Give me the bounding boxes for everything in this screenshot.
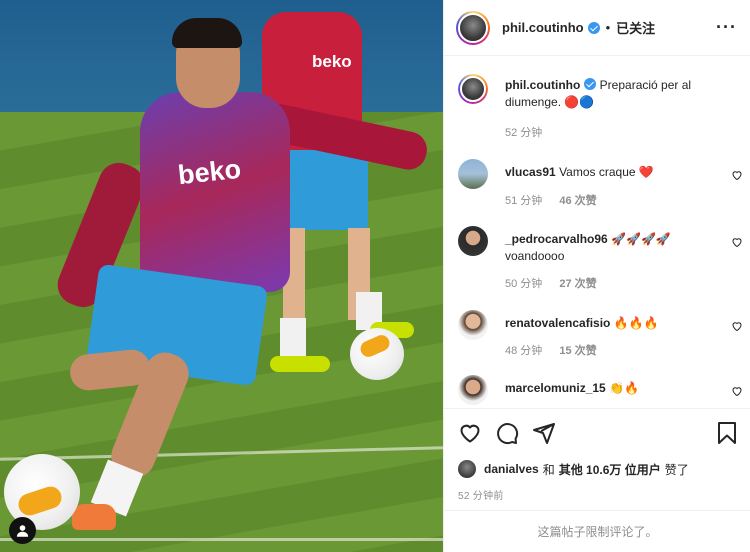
back-shirt-logo: beko xyxy=(312,52,352,71)
caption-username[interactable]: phil.coutinho xyxy=(505,78,580,92)
comment-time[interactable]: 50 分钟 xyxy=(505,278,542,290)
header-username[interactable]: phil.coutinho xyxy=(502,20,584,35)
caption-time[interactable]: 52 分钟 xyxy=(505,127,542,139)
post-header: phil.coutinho • 已关注 ··· xyxy=(444,0,750,56)
avatar[interactable] xyxy=(458,375,488,405)
comment-username[interactable]: renatovalencafisio xyxy=(505,316,610,330)
likes-others-count[interactable]: 其他 10.6万 位用户 xyxy=(559,461,661,478)
comments-limited-notice: 这篇帖子限制评论了。 xyxy=(444,510,750,552)
heart-icon[interactable] xyxy=(731,236,743,248)
likes-summary: danialves 和 其他 10.6万 位用户 赞了 xyxy=(458,458,743,480)
football xyxy=(350,328,404,380)
share-icon[interactable] xyxy=(532,421,556,445)
avatar[interactable] xyxy=(456,10,490,45)
comment-like-count[interactable]: 27 次赞 xyxy=(559,278,596,290)
likes-and: 和 xyxy=(542,462,555,477)
comments-list[interactable]: phil.coutinho Preparació per al diumenge… xyxy=(444,57,750,407)
photo-pitch-line xyxy=(0,538,443,541)
comment-item: vlucas91 Vamos craque ❤️ 51 分钟 46 次赞 xyxy=(458,159,743,211)
comment-time[interactable]: 48 分钟 xyxy=(505,345,542,357)
front-shirt-logo: beko xyxy=(176,153,243,191)
comment-text: 👏🔥 xyxy=(609,381,639,395)
comment-text: Vamos craque ❤️ xyxy=(559,165,654,179)
comment-item: marcelomuniz_15 👏🔥 xyxy=(458,375,743,407)
bookmark-icon[interactable] xyxy=(715,421,739,445)
avatar[interactable] xyxy=(458,460,476,478)
comment-text: 🔥🔥🔥 xyxy=(613,316,659,330)
comment-time[interactable]: 51 分钟 xyxy=(505,195,542,207)
avatar[interactable] xyxy=(458,226,488,256)
user-tag-icon[interactable] xyxy=(9,517,36,544)
heart-icon[interactable] xyxy=(731,320,743,332)
header-separator: • xyxy=(605,20,611,35)
verified-badge-icon xyxy=(587,21,600,34)
comment-like-count[interactable]: 46 次赞 xyxy=(559,195,596,207)
more-icon[interactable]: ··· xyxy=(716,17,737,38)
liker-username[interactable]: danialves xyxy=(484,462,539,476)
likes-liked: 赞了 xyxy=(664,462,689,477)
heart-icon[interactable] xyxy=(731,169,743,181)
following-button[interactable]: 已关注 xyxy=(616,18,655,37)
post-action-bar xyxy=(444,408,750,456)
comment-username[interactable]: marcelomuniz_15 xyxy=(505,381,606,395)
comment-item: _pedrocarvalho96 🚀🚀🚀🚀 voandoooo 50 分钟 27… xyxy=(458,226,743,296)
post-timestamp[interactable]: 52 分钟前 xyxy=(458,487,504,502)
post-side-panel: phil.coutinho • 已关注 ··· phil.coutinho Pr… xyxy=(443,0,750,552)
avatar[interactable] xyxy=(458,74,488,104)
comment-like-count[interactable]: 15 次赞 xyxy=(559,345,596,357)
post-caption: phil.coutinho Preparació per al diumenge… xyxy=(458,74,743,144)
avatar[interactable] xyxy=(458,159,488,189)
avatar[interactable] xyxy=(458,310,488,340)
comment-icon[interactable] xyxy=(495,421,519,445)
comment-username[interactable]: vlucas91 xyxy=(505,165,556,179)
post-photo[interactable]: beko beko xyxy=(0,0,443,552)
heart-icon[interactable] xyxy=(458,421,482,445)
heart-icon[interactable] xyxy=(731,385,743,397)
comment-item: renatovalencafisio 🔥🔥🔥 48 分钟 15 次赞 xyxy=(458,310,743,362)
comment-username[interactable]: _pedrocarvalho96 xyxy=(505,232,608,246)
verified-badge-icon xyxy=(584,78,597,90)
